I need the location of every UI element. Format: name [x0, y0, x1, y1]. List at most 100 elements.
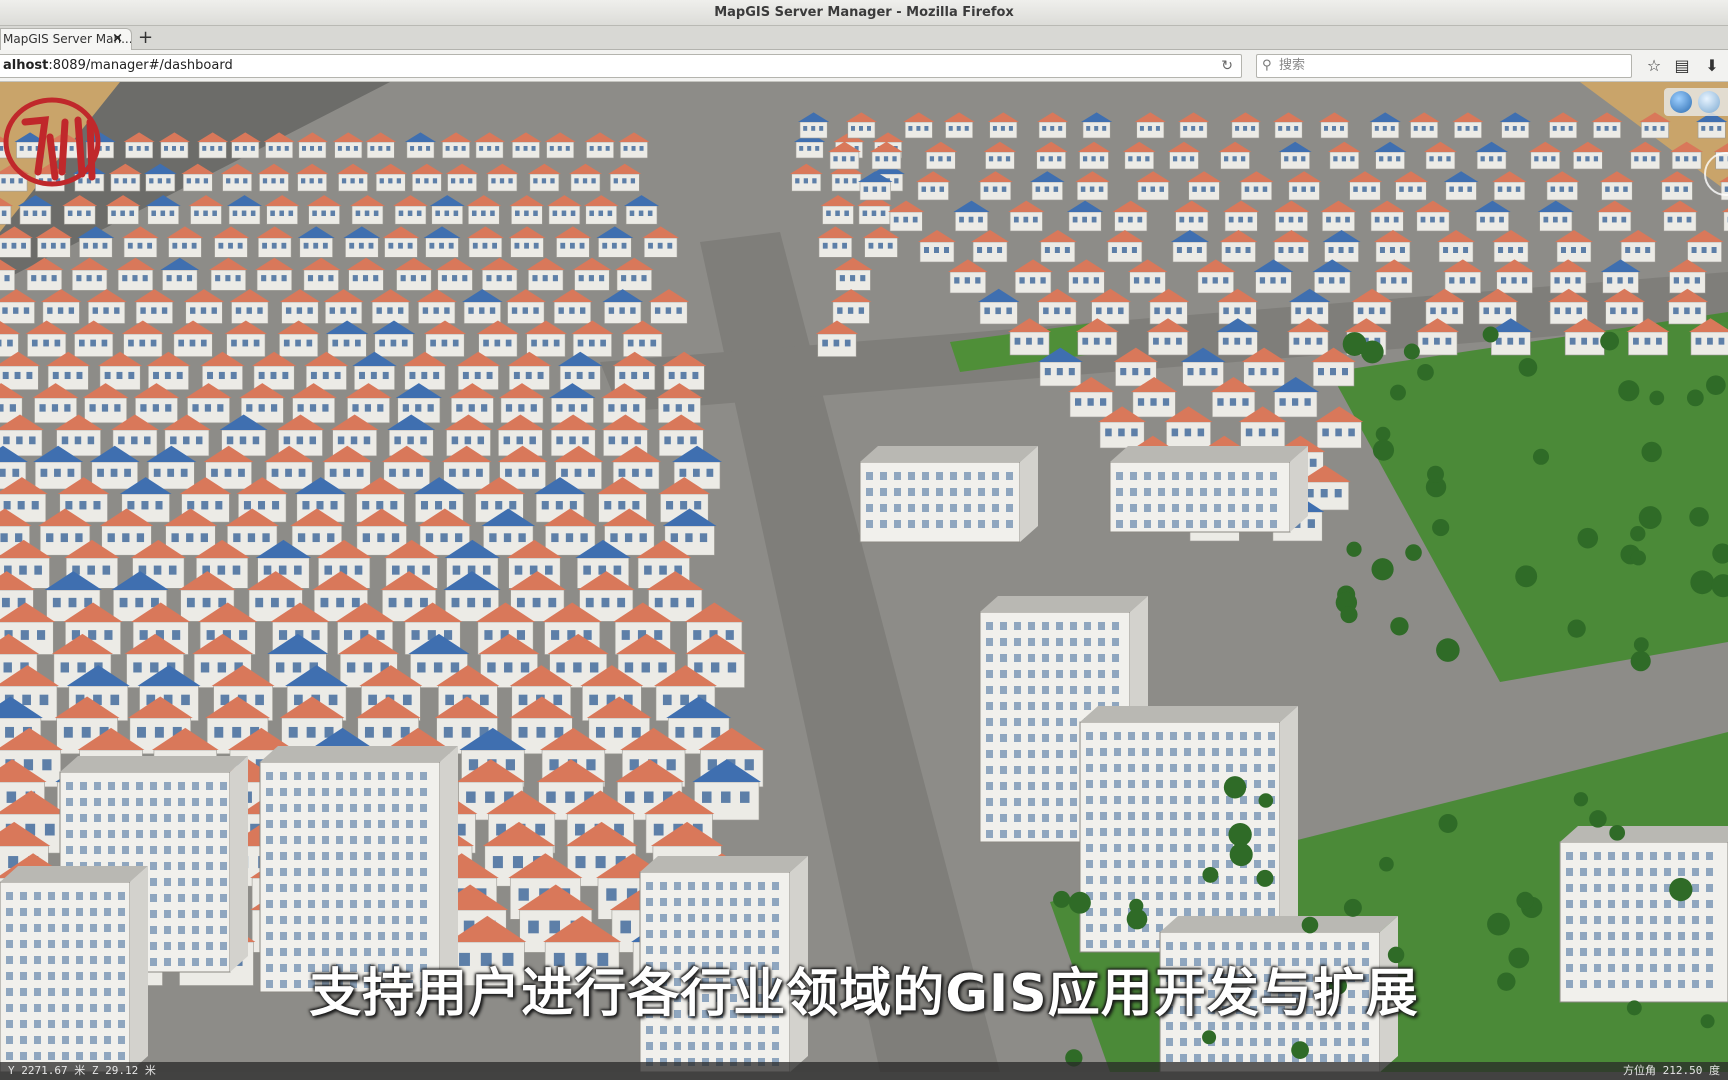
- building-window: [1091, 216, 1097, 223]
- building-window: [1179, 216, 1185, 223]
- tower-window: [280, 916, 287, 924]
- tower-window: [1692, 900, 1699, 908]
- globe-icon[interactable]: [1670, 91, 1692, 113]
- building-window: [644, 565, 652, 575]
- tower-window: [6, 908, 13, 916]
- house-building: [527, 163, 561, 192]
- reload-icon[interactable]: ↻: [1221, 55, 1233, 77]
- building-roof: [1186, 171, 1222, 182]
- tower-window: [1128, 748, 1135, 756]
- zoom-icon[interactable]: [1698, 91, 1720, 113]
- new-tab-button[interactable]: +: [138, 27, 153, 49]
- tower-window: [1608, 884, 1615, 892]
- building-window: [31, 501, 39, 510]
- tower-window: [646, 930, 653, 938]
- building-window: [1064, 247, 1070, 253]
- building-window: [122, 275, 128, 282]
- tower-window: [420, 772, 427, 780]
- building-window: [330, 210, 336, 217]
- tower-window: [206, 862, 213, 870]
- building-window: [847, 307, 854, 314]
- building-window: [270, 210, 275, 217]
- building-window: [1137, 216, 1143, 223]
- tower-window: [294, 804, 301, 812]
- tower-window: [350, 788, 357, 796]
- house-building: [1474, 200, 1511, 232]
- tower-window: [688, 914, 695, 922]
- tower-window: [1594, 948, 1601, 956]
- tower-window: [1100, 812, 1107, 820]
- building-roof: [509, 195, 545, 206]
- building-window: [515, 210, 520, 217]
- house-building: [1239, 171, 1274, 201]
- house-building: [845, 112, 878, 139]
- building-window: [190, 307, 196, 314]
- tower-window: [420, 868, 427, 876]
- tower-window: [378, 852, 385, 860]
- building-window: [946, 156, 952, 162]
- building-window: [149, 178, 154, 184]
- 3d-map-viewport[interactable]: 支持用户进行各行业领域的GIS应用开发与扩展: [0, 82, 1728, 1072]
- building-roof: [365, 132, 397, 142]
- building-window: [407, 242, 413, 249]
- building-window: [518, 888, 529, 901]
- building-window: [415, 404, 422, 412]
- building-window: [1118, 216, 1124, 223]
- building-window: [1399, 247, 1405, 253]
- building-window: [1542, 156, 1547, 162]
- tower-window: [1270, 504, 1277, 512]
- tower-window: [1650, 916, 1657, 924]
- building-window: [362, 501, 370, 510]
- reading-list-icon[interactable]: ▤: [1672, 56, 1692, 76]
- house-building: [1414, 200, 1452, 232]
- building-window: [142, 275, 148, 282]
- tower-window: [1070, 638, 1077, 646]
- tower-window: [702, 1042, 709, 1050]
- building-roof: [554, 226, 592, 238]
- building-window: [201, 501, 209, 510]
- tower-window: [1000, 734, 1007, 742]
- tower-window: [280, 900, 287, 908]
- download-icon[interactable]: ⬇: [1702, 56, 1722, 76]
- building-window: [1348, 247, 1354, 253]
- building-roof: [1554, 230, 1593, 242]
- house-building: [888, 200, 925, 232]
- building-window: [139, 339, 146, 347]
- tower-window: [1028, 782, 1035, 790]
- tower-window: [1212, 732, 1219, 740]
- tab-close-button[interactable]: ×: [112, 29, 123, 49]
- building-window: [1054, 307, 1060, 315]
- building-window: [195, 436, 203, 445]
- search-input[interactable]: ⚲ 搜索: [1256, 54, 1632, 78]
- house-building: [1195, 259, 1236, 294]
- tower-window: [922, 504, 929, 512]
- building-window: [332, 339, 339, 347]
- url-bar[interactable]: alhost:8089/manager#/dashboard ↻: [0, 54, 1242, 78]
- building-window: [416, 468, 423, 477]
- bookmark-star-icon[interactable]: ☆: [1644, 56, 1664, 76]
- tower-window: [880, 504, 887, 512]
- tower-window: [94, 814, 101, 822]
- building-window: [42, 759, 52, 771]
- building-window: [310, 371, 317, 380]
- tab-mapgis-server-manager[interactable]: MapGIS Server Man... ×: [0, 28, 132, 50]
- tree: [1518, 358, 1538, 377]
- house-building: [1452, 112, 1484, 139]
- building-window: [0, 404, 4, 412]
- tower-window: [1166, 942, 1173, 950]
- tower-window: [1042, 686, 1049, 694]
- building-window: [561, 468, 568, 477]
- building-window: [318, 146, 323, 151]
- tower-window: [1116, 504, 1123, 512]
- tower-window: [364, 932, 371, 940]
- tower-window: [108, 814, 115, 822]
- house-building: [1351, 288, 1393, 325]
- tower-window: [1692, 916, 1699, 924]
- tower-window: [76, 924, 83, 932]
- tower-window: [164, 942, 171, 950]
- building-window: [329, 307, 336, 314]
- building-window: [327, 533, 335, 543]
- tower-window: [744, 1026, 751, 1034]
- building-window: [694, 662, 703, 673]
- tower-window: [1198, 748, 1205, 756]
